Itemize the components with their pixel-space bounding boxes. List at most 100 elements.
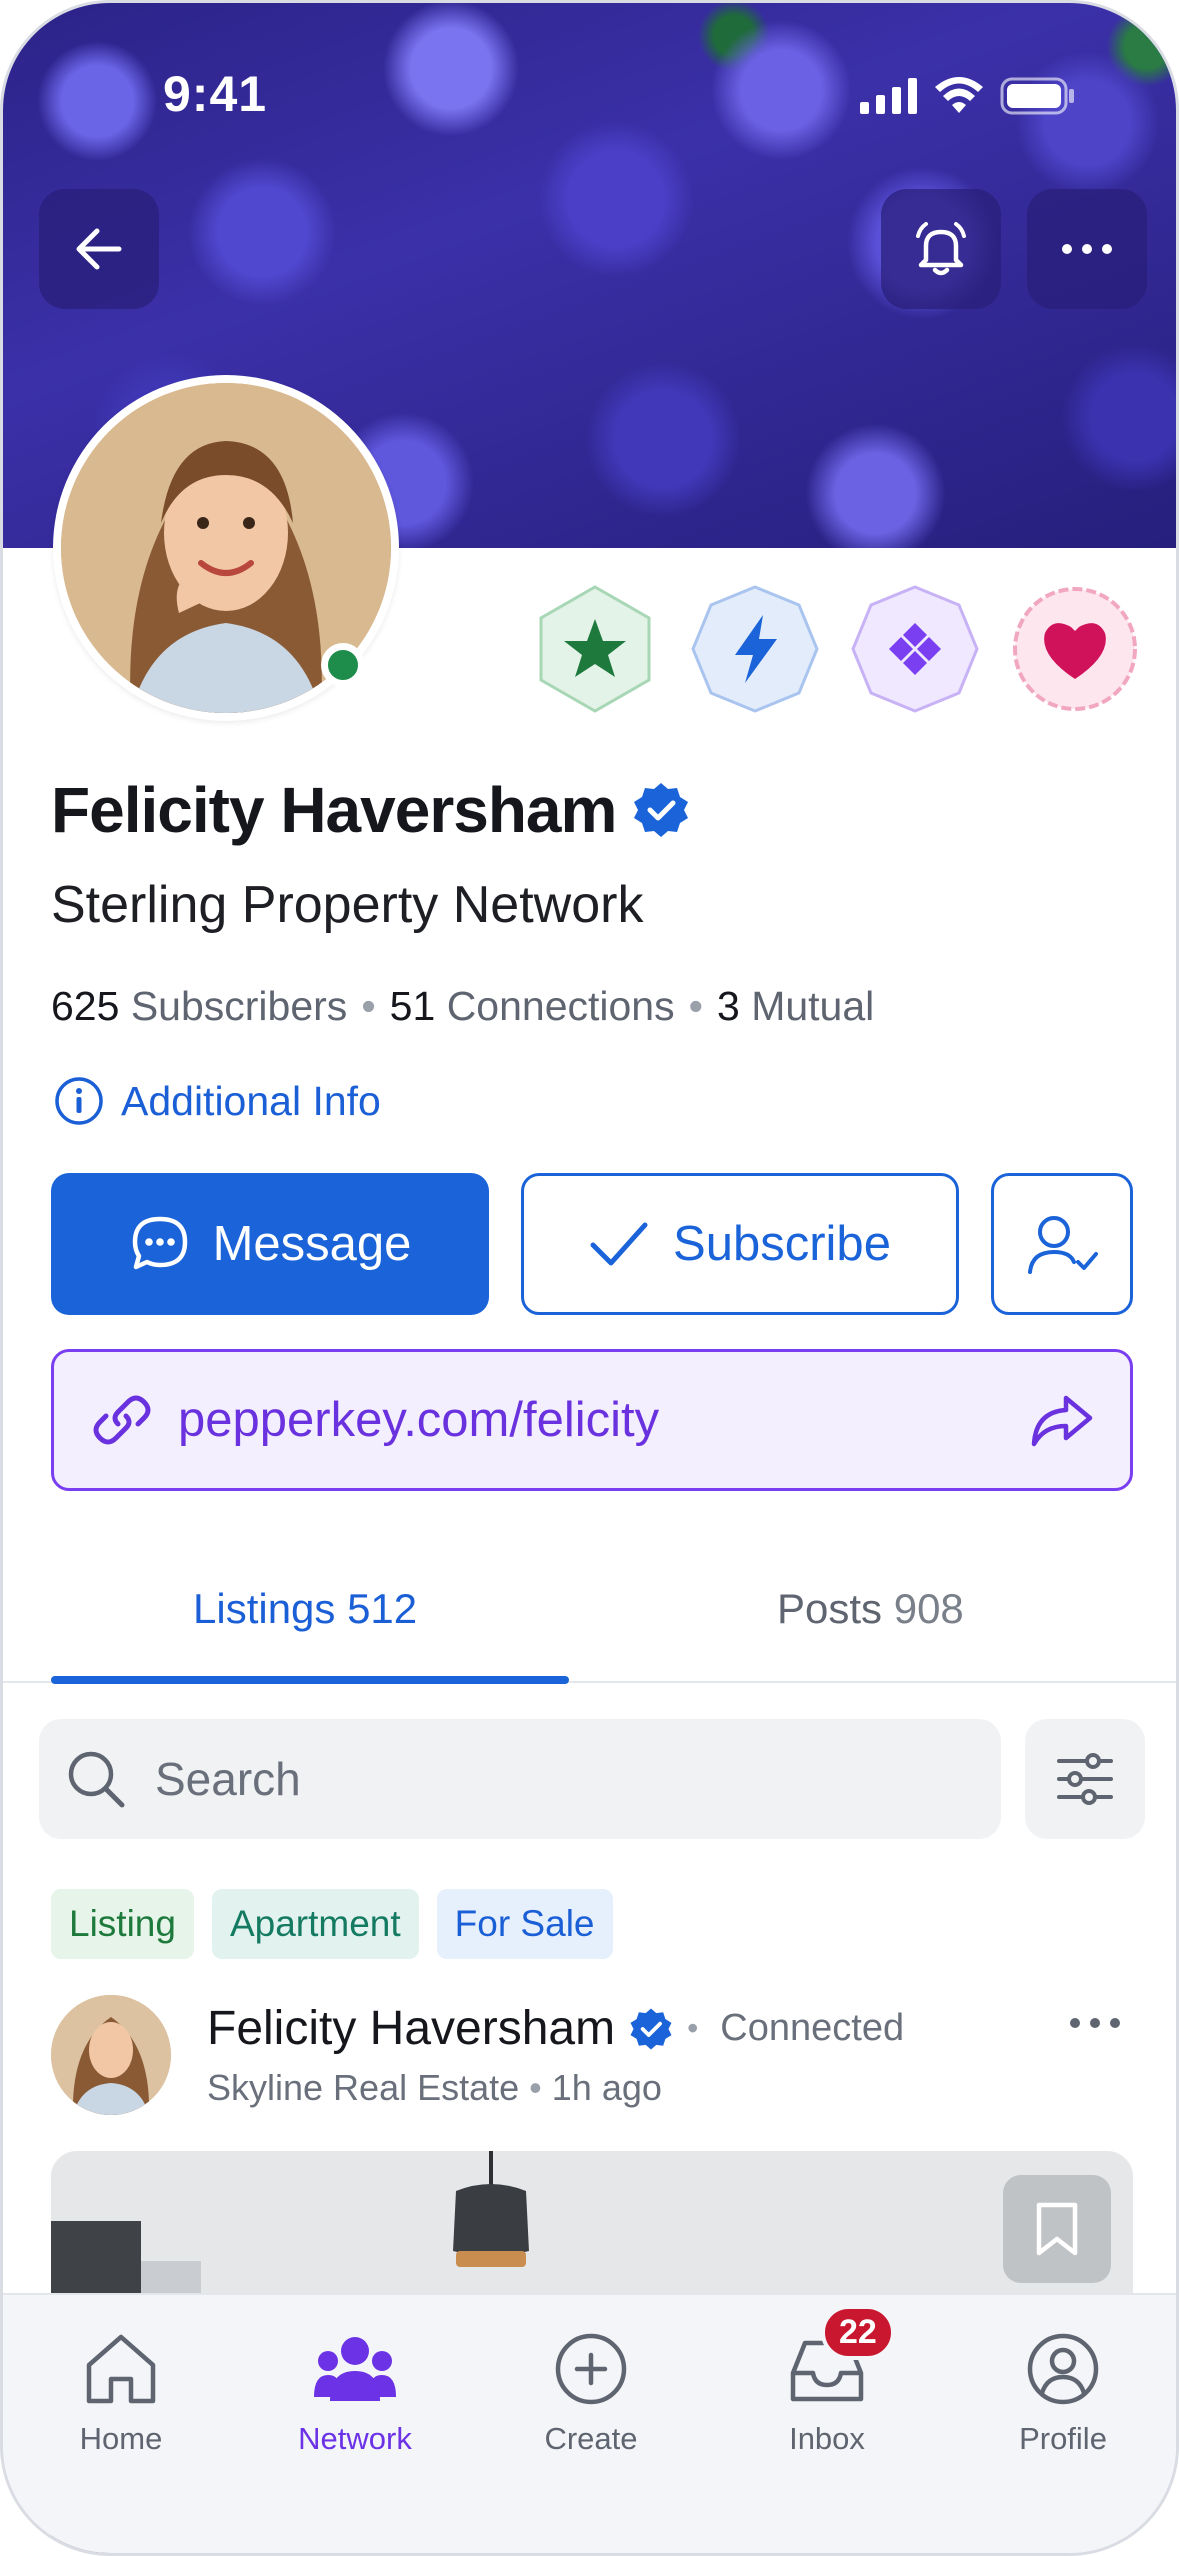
share-icon[interactable]: [1030, 1392, 1094, 1448]
post-author-name[interactable]: Felicity Haversham: [207, 2001, 615, 2056]
profile-screen: 9:41 Felicity Haversham Sterling Propert…: [0, 0, 1179, 2556]
network-icon: [314, 2337, 396, 2401]
star-icon: [539, 585, 651, 713]
inbox-unread-badge: 22: [821, 2305, 895, 2360]
filter-chips: Listing Apartment For Sale: [51, 1889, 613, 1959]
additional-info-link[interactable]: Additional Info: [53, 1075, 381, 1127]
subscribers-count: 625: [51, 983, 120, 1029]
connections-label: Connections: [446, 983, 675, 1029]
subscribe-button-label: Subscribe: [673, 1217, 891, 1271]
filter-button[interactable]: [1025, 1719, 1145, 1839]
message-button-label: Message: [212, 1217, 412, 1271]
badge-star[interactable]: [529, 583, 661, 715]
home-icon: [86, 2334, 156, 2404]
back-arrow-icon: [76, 228, 122, 270]
tab-posts-label: Posts: [777, 1585, 883, 1632]
lightning-icon: [691, 585, 819, 713]
nav-inbox-label: Inbox: [789, 2421, 865, 2456]
more-horizontal-icon: [1062, 244, 1112, 254]
nav-create-label: Create: [544, 2421, 638, 2456]
message-button[interactable]: Message: [51, 1173, 489, 1315]
nav-home-label: Home: [79, 2421, 163, 2456]
diamond-icon: [851, 585, 979, 713]
active-tab-indicator: [51, 1676, 569, 1684]
subscribers-stat[interactable]: 625 Subscribers: [51, 983, 347, 1030]
search-placeholder: Search: [155, 1753, 301, 1805]
achievement-badges: [529, 583, 1141, 715]
bookmark-icon: [1036, 2202, 1078, 2256]
link-icon: [93, 1395, 151, 1445]
search-input[interactable]: Search: [39, 1719, 1001, 1839]
chip-for-sale[interactable]: For Sale: [436, 1889, 613, 1959]
nav-inbox[interactable]: 22 Inbox: [737, 2305, 917, 2457]
verified-badge-icon: [634, 783, 689, 837]
wifi-icon: [935, 77, 983, 113]
mutual-stat[interactable]: 3 Mutual: [717, 983, 874, 1030]
badge-diamond[interactable]: [849, 583, 981, 715]
battery-icon: [1000, 77, 1074, 115]
tab-listings-label: Listings: [193, 1585, 336, 1632]
post-connection-status: Connected: [720, 2007, 905, 2049]
status-time: 9:41: [163, 66, 268, 122]
post-more-button[interactable]: [1067, 2013, 1123, 2038]
connections-stat[interactable]: 51 Connections: [390, 983, 675, 1030]
bell-icon: [916, 222, 966, 276]
additional-info-label: Additional Info: [121, 1077, 381, 1124]
profile-name: Felicity Haversham: [51, 774, 617, 846]
sliders-icon: [1057, 1753, 1113, 1805]
checkmark-icon: [590, 1222, 648, 1266]
separator-dot: •: [688, 983, 703, 1029]
notification-bell-button[interactable]: [881, 189, 1001, 309]
bottom-navigation: Home Network Create 22 Inbox Profile: [3, 2293, 1176, 2553]
profile-name-row: Felicity Haversham: [51, 773, 690, 847]
profile-link-box[interactable]: pepperkey.com/felicity: [51, 1349, 1133, 1491]
tab-listings-count: 512: [347, 1585, 418, 1632]
connection-status-button[interactable]: [991, 1173, 1133, 1315]
profile-icon: [1027, 2333, 1099, 2405]
online-status-indicator: [321, 643, 365, 687]
connections-count: 51: [389, 983, 436, 1029]
separator-dot: •: [361, 983, 376, 1029]
badge-lightning[interactable]: [689, 583, 821, 715]
search-icon: [68, 1751, 125, 1808]
profile-stats: 625 Subscribers • 51 Connections • 3 Mut…: [51, 983, 874, 1030]
subscribers-label: Subscribers: [130, 983, 348, 1029]
nav-profile-label: Profile: [1019, 2421, 1107, 2456]
post-time: 1h ago: [551, 2067, 662, 2108]
post-author-row: Felicity Haversham • Connected: [207, 2001, 904, 2056]
status-icons: [860, 77, 1076, 115]
profile-tabs: Listings 512 Posts 908: [3, 1563, 1176, 1684]
user-check-icon: [1028, 1216, 1098, 1274]
signal-icon: [860, 78, 917, 114]
avatar-portrait-icon: [51, 1995, 171, 2115]
subscribe-button[interactable]: Subscribe: [521, 1173, 959, 1315]
nav-create[interactable]: Create: [501, 2331, 681, 2457]
bookmark-button[interactable]: [1003, 2175, 1111, 2283]
nav-home[interactable]: Home: [31, 2331, 211, 2457]
heart-icon: [1013, 587, 1137, 711]
separator-dot: •: [687, 2010, 699, 2046]
mutual-count: 3: [716, 983, 740, 1029]
tab-listings[interactable]: Listings 512: [193, 1585, 417, 1633]
info-icon: [55, 1077, 103, 1125]
profile-company: Sterling Property Network: [51, 876, 644, 934]
chip-apartment[interactable]: Apartment: [211, 1889, 419, 1959]
more-horizontal-icon: [1070, 2018, 1120, 2028]
chat-bubble-icon: [132, 1216, 187, 1270]
tab-posts-count: 908: [893, 1585, 964, 1632]
chip-listing[interactable]: Listing: [51, 1889, 194, 1959]
post-company: Skyline Real Estate: [207, 2067, 520, 2108]
post-meta: Skyline Real Estate • 1h ago: [207, 2067, 662, 2109]
verified-badge-icon: [630, 2008, 672, 2049]
mutual-label: Mutual: [751, 983, 875, 1029]
profile-link-url: pepperkey.com/felicity: [178, 1393, 660, 1447]
nav-profile[interactable]: Profile: [973, 2331, 1153, 2457]
tab-posts[interactable]: Posts 908: [777, 1585, 964, 1633]
nav-network[interactable]: Network: [265, 2331, 445, 2457]
post-author-avatar[interactable]: [51, 1995, 171, 2115]
back-button[interactable]: [39, 189, 159, 309]
separator-dot: •: [529, 2067, 552, 2108]
nav-network-label: Network: [298, 2421, 412, 2456]
more-options-button[interactable]: [1027, 189, 1147, 309]
badge-heart[interactable]: [1009, 583, 1141, 715]
